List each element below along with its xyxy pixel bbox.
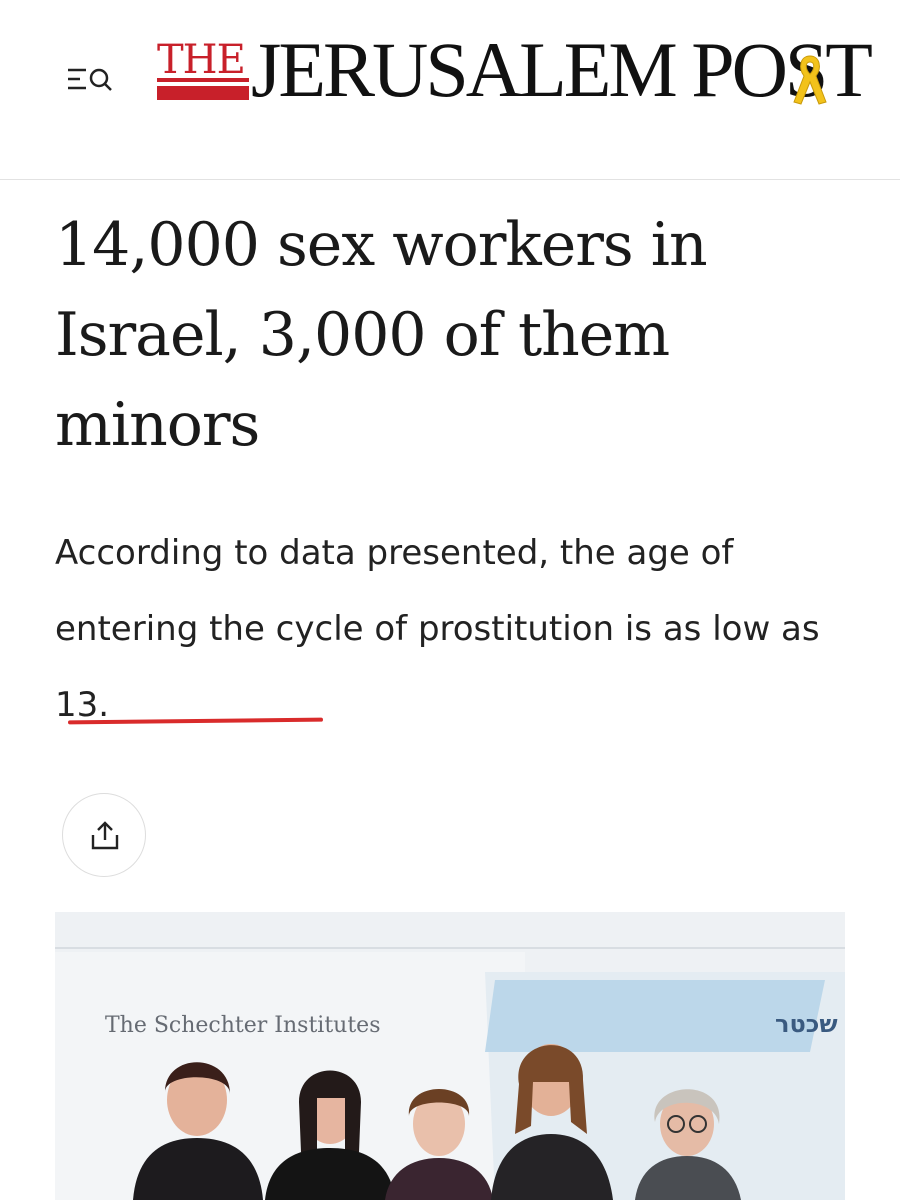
logo-underline bbox=[157, 78, 249, 82]
site-header: THE JERUSALEM POST bbox=[0, 0, 900, 180]
site-logo[interactable]: THE JERUSALEM POST bbox=[157, 22, 873, 122]
logo-name-text: JERUSALEM POST bbox=[251, 26, 873, 113]
banner-left-text: The Schechter Institutes bbox=[105, 1013, 380, 1038]
article-photo: The Schechter Institutes עמותות שכטר bbox=[55, 912, 845, 1200]
yellow-ribbon-icon bbox=[790, 52, 830, 108]
menu-search-icon[interactable] bbox=[66, 62, 120, 96]
logo-red-bar bbox=[157, 86, 249, 100]
banner-right-text: עמותות שכטר bbox=[775, 1010, 845, 1038]
article-subheadline: According to data presented, the age of … bbox=[55, 533, 820, 725]
share-icon bbox=[91, 821, 119, 850]
logo-the-text: THE bbox=[157, 37, 246, 83]
article-headline: 14,000 sex workers in Israel, 3,000 of t… bbox=[55, 210, 708, 460]
share-button[interactable] bbox=[62, 793, 146, 877]
